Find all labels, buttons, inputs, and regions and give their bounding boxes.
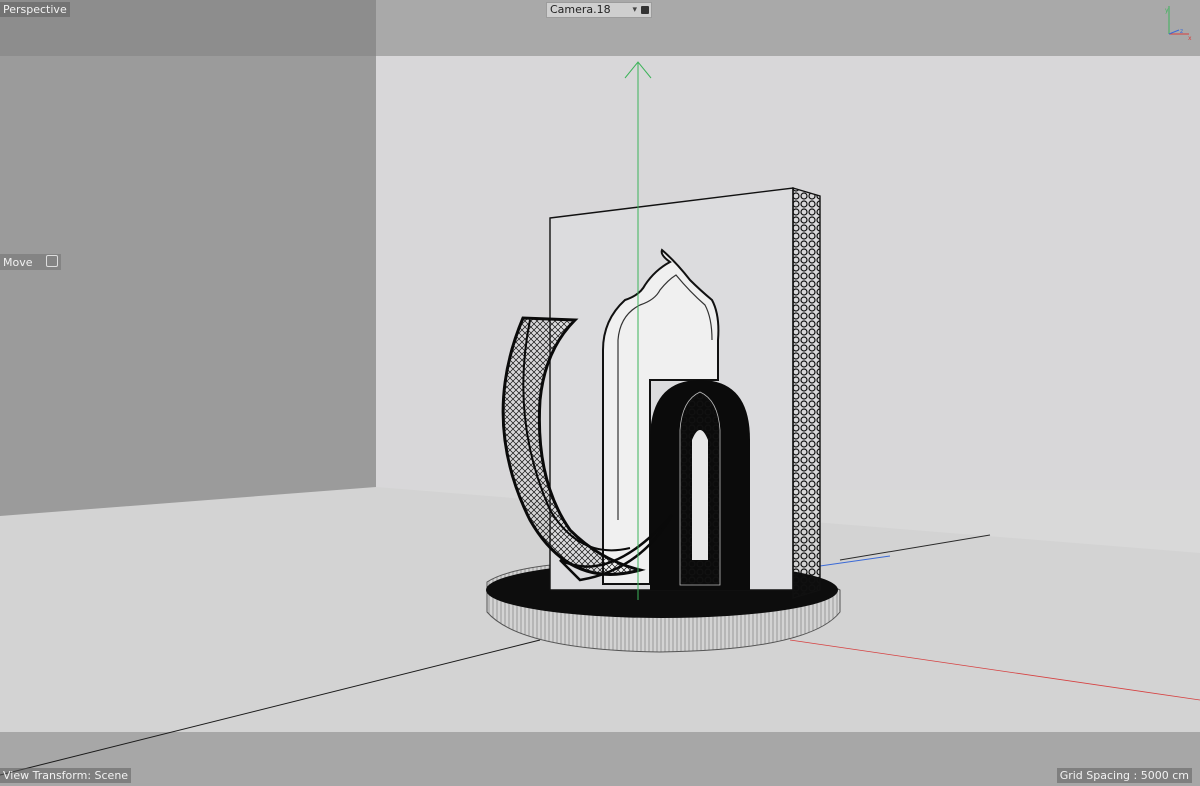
chevron-down-icon: ▾	[632, 5, 637, 15]
viewport[interactable]: Perspective Camera.18 ▾ Move y z x View …	[0, 0, 1200, 786]
tool-label: Move	[3, 256, 33, 269]
background-wall-left	[0, 56, 376, 516]
view-name-label[interactable]: Perspective	[0, 2, 70, 17]
camera-dropdown[interactable]: Camera.18 ▾	[546, 2, 652, 18]
tool-hud[interactable]: Move	[0, 254, 61, 270]
bottom-bar	[0, 732, 1200, 786]
gizmo-x-label: x	[1188, 35, 1192, 42]
3d-scene[interactable]	[0, 0, 1200, 786]
settings-icon[interactable]	[46, 255, 58, 267]
front-arch-window	[692, 430, 708, 560]
lock-icon[interactable]	[641, 6, 649, 14]
side-lattice	[792, 187, 821, 599]
view-transform-label: View Transform: Scene	[0, 768, 132, 783]
gizmo-z-line	[1168, 29, 1180, 35]
camera-label: Camera.18	[550, 3, 611, 16]
grid-spacing-label: Grid Spacing : 5000 cm	[1056, 768, 1192, 783]
axis-gizmo: y z x	[1165, 6, 1192, 42]
gizmo-y-label: y	[1165, 7, 1169, 14]
gizmo-z-label: z	[1180, 28, 1183, 35]
